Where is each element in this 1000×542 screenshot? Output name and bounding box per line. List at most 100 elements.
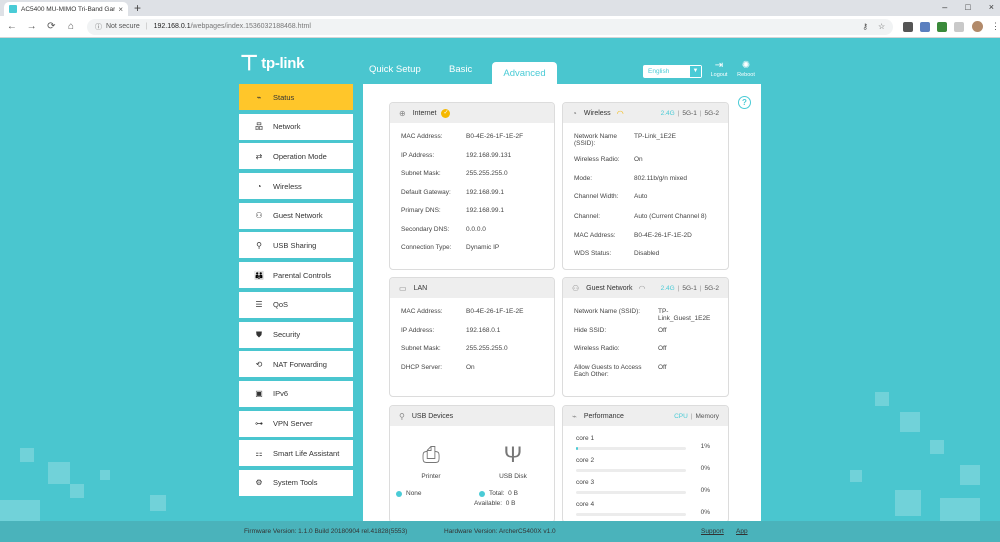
browser-menu-icon[interactable]: ⋮ — [991, 21, 1000, 32]
sidebar-item-operation-mode[interactable]: ⇄ Operation Mode — [239, 143, 353, 170]
guest-network-card: ⚇ Guest Network ◠ 2.4G | 5G-1 | 5G-2 Network… — [562, 277, 729, 397]
row-value: 192.168.99.1 — [466, 207, 504, 214]
usage-bar-fill — [576, 447, 578, 450]
firmware-version: Firmware Version: 1.1.0 Build 20180904 r… — [244, 528, 408, 535]
band-5g-1[interactable]: 5G-1 — [682, 110, 696, 117]
address-bar[interactable]: ⓘ Not secure | 192.168.0.1/webpages/inde… — [86, 18, 894, 35]
background-decoration — [895, 490, 921, 516]
row-value: 192.168.0.1 — [466, 326, 501, 334]
browser-titlebar: AC5400 MU-MIMO Tri-Band Gar × + – □ × — [0, 0, 1000, 16]
browser-tab[interactable]: AC5400 MU-MIMO Tri-Band Gar × — [4, 2, 128, 16]
band-5g-2[interactable]: 5G-2 — [705, 110, 719, 117]
band-selector: 2.4G | 5G-1 | 5G-2 — [660, 284, 719, 292]
address-separator: | — [145, 23, 148, 30]
sidebar-item-wireless[interactable]: ◔ Wireless — [239, 173, 353, 200]
info-row: Network Name (SSID): TP-Link_Guest_1E2E — [574, 308, 717, 327]
network-icon: 品 — [255, 122, 263, 132]
row-value: 802.11b/g/n mixed — [634, 174, 687, 182]
tp-link-logo: ⊤ tp-link — [240, 52, 305, 75]
wireless-card: ◔ Wireless ◠ 2.4G | 5G-1 | 5G-2 Network Name… — [562, 102, 729, 270]
info-row: Default Gateway: 192.168.99.1 — [401, 189, 543, 208]
background-decoration — [100, 470, 110, 480]
reboot-button[interactable]: ✺ Reboot — [735, 60, 757, 78]
info-row: Subnet Mask: 255.255.255.0 — [401, 170, 543, 189]
sidebar-item-nat-forwarding[interactable]: ⟲ NAT Forwarding — [239, 351, 353, 378]
forward-icon[interactable]: → — [24, 21, 40, 32]
sidebar-item-system-tools[interactable]: ⚙ System Tools — [239, 469, 353, 496]
extension-2-icon[interactable] — [920, 21, 931, 32]
band-2-4g[interactable]: 2.4G — [661, 285, 675, 292]
background-decoration — [940, 498, 980, 521]
sidebar-item-label: QoS — [273, 300, 289, 310]
guest-network-icon: ⚇ — [572, 283, 580, 293]
tab-advanced[interactable]: Advanced — [492, 62, 557, 84]
row-value: Off — [658, 345, 667, 352]
help-icon[interactable]: ? — [738, 96, 751, 109]
info-icon[interactable]: ⓘ — [95, 22, 102, 32]
logout-button[interactable]: ⇥ Logout — [708, 60, 730, 78]
key-icon[interactable]: ⚷ — [862, 22, 868, 31]
row-value: On — [466, 363, 475, 371]
chevron-down-icon: ▼ — [690, 66, 701, 77]
background-decoration — [0, 500, 40, 521]
row-value: 192.168.99.131 — [466, 151, 512, 159]
extension-1-icon[interactable] — [903, 21, 914, 32]
sidebar: ⌁ Status 品 Network ⇄ Operation Mode ◔ Wirele… — [239, 84, 353, 500]
sidebar-item-ipv6[interactable]: ▣ IPv6 — [239, 380, 353, 407]
cpu-toggle[interactable]: CPU — [674, 413, 688, 420]
tab-quick-setup[interactable]: Quick Setup — [369, 64, 421, 75]
row-value: 192.168.99.1 — [466, 188, 504, 196]
performance-title: Performance — [583, 412, 624, 420]
sidebar-item-parental-controls[interactable]: 👪 Parental Controls — [239, 262, 353, 289]
sidebar-item-qos[interactable]: ☰ QoS — [239, 291, 353, 318]
info-row: MAC Address: B0-4E-26-1F-1E-2D — [574, 232, 717, 251]
internet-card: ⊕ Internet ✓ MAC Address: B0-4E-26-1F-1E-… — [389, 102, 555, 270]
usb-devices-card-header: ⚲ USB Devices — [390, 406, 554, 426]
printer-status-value: None — [406, 490, 422, 497]
row-key: MAC Address: — [401, 308, 443, 315]
sidebar-item-guest-network[interactable]: ⚇ Guest Network — [239, 202, 353, 229]
usb-disk-device[interactable]: Ψ USB Disk — [478, 440, 548, 480]
sidebar-item-smart-life-assistant[interactable]: ⚏ Smart Life Assistant — [239, 440, 353, 467]
avatar[interactable] — [972, 21, 984, 32]
sidebar-item-status[interactable]: ⌁ Status — [239, 84, 353, 110]
band-5g-1[interactable]: 5G-1 — [682, 285, 696, 292]
back-icon[interactable]: ← — [4, 21, 20, 32]
not-secure-label: Not secure — [105, 23, 140, 30]
new-tab-button[interactable]: + — [134, 1, 141, 15]
app-link[interactable]: App — [736, 528, 748, 535]
band-5g-2[interactable]: 5G-2 — [705, 285, 719, 292]
close-window-icon[interactable]: × — [989, 2, 994, 12]
printer-device[interactable]: ⎙ Printer — [396, 440, 466, 480]
support-link[interactable]: Support — [701, 528, 724, 535]
tab-close-icon[interactable]: × — [118, 5, 123, 14]
bookmark-star-icon[interactable]: ☆ — [878, 22, 885, 31]
row-value: B0-4E-26-1F-1E-2F — [466, 133, 524, 140]
extension-4-icon[interactable] — [954, 21, 965, 32]
connected-check-icon: ✓ — [441, 108, 451, 118]
sidebar-item-security[interactable]: ⛊ Security — [239, 321, 353, 348]
sidebar-item-usb-sharing[interactable]: ⚲ USB Sharing — [239, 232, 353, 259]
home-icon[interactable]: ⌂ — [63, 21, 79, 32]
sidebar-item-network[interactable]: 品 Network — [239, 113, 353, 140]
usb-icon: ⚲ — [399, 411, 405, 421]
row-value: TP-Link_1E2E — [634, 133, 676, 140]
maximize-icon[interactable]: □ — [965, 2, 970, 12]
memory-toggle[interactable]: Memory — [696, 413, 719, 420]
row-key: MAC Address: — [401, 133, 443, 140]
language-select[interactable]: English ▼ — [643, 65, 702, 78]
background-decoration — [930, 440, 944, 454]
row-value: TP-Link_Guest_1E2E — [658, 308, 711, 322]
tp-link-logo-icon: ⊤ — [240, 52, 259, 75]
minimize-icon[interactable]: – — [942, 2, 947, 12]
wireless-icon: ◔ — [256, 181, 262, 191]
sidebar-item-vpn-server[interactable]: ⊶ VPN Server — [239, 410, 353, 437]
reload-icon[interactable]: ⟳ — [43, 21, 59, 32]
tab-basic[interactable]: Basic — [449, 64, 472, 75]
printer-label: Printer — [421, 473, 441, 480]
band-2-4g[interactable]: 2.4G — [661, 110, 675, 117]
row-key: WDS Status: — [574, 250, 612, 257]
background-decoration — [960, 465, 980, 485]
extension-3-icon[interactable] — [937, 21, 948, 32]
info-row: Secondary DNS: 0.0.0.0 — [401, 226, 543, 245]
